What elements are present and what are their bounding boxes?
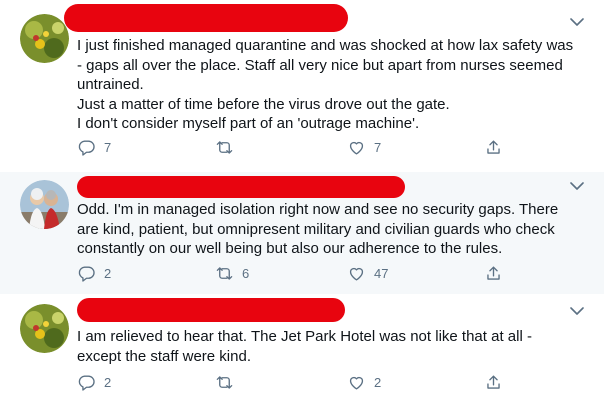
like-icon — [349, 376, 364, 390]
tweet-actions: 7 7 — [77, 136, 517, 158]
tweet-line: except the staff were kind. — [77, 347, 251, 365]
reply-button[interactable]: 2 — [77, 371, 111, 393]
like-count: 7 — [374, 139, 382, 155]
tweet-actions: 2 6 47 — [77, 262, 517, 284]
tweet-text: I just finished managed quarantine and w… — [77, 36, 587, 134]
retweet-count: 6 — [242, 265, 250, 281]
tweet-line: I don't consider myself part of an 'outr… — [77, 115, 420, 132]
reply-count: 2 — [104, 374, 112, 390]
tweet-line: - gaps all over the place. Staff all ver… — [77, 56, 563, 74]
redacted-username — [77, 176, 405, 198]
share-button[interactable] — [484, 136, 503, 158]
like-count: 2 — [374, 374, 382, 390]
avatar[interactable] — [20, 14, 69, 63]
tweet-line: I just finished managed quarantine and w… — [77, 37, 574, 54]
share-icon — [487, 374, 500, 389]
reply-icon — [78, 265, 95, 282]
tweet-3[interactable]: I am relieved to hear that. The Jet Park… — [0, 294, 604, 407]
like-icon — [349, 267, 364, 281]
retweet-icon — [216, 266, 233, 280]
tweet-1[interactable]: I just finished managed quarantine and w… — [0, 0, 604, 173]
reply-icon — [78, 374, 95, 391]
reply-icon — [78, 139, 95, 156]
like-button[interactable]: 2 — [347, 371, 381, 393]
tweet-line: untrained. — [77, 76, 144, 93]
chevron-down-icon[interactable] — [570, 306, 584, 316]
retweet-icon — [216, 140, 233, 154]
tweet-line: I am relieved to hear that. The Jet Park… — [77, 328, 532, 345]
chevron-down-icon[interactable] — [570, 181, 584, 191]
reply-button[interactable]: 7 — [77, 136, 111, 158]
tweet-2[interactable]: Odd. I'm in managed isolation right now … — [0, 172, 604, 295]
reply-button[interactable]: 2 — [77, 262, 111, 284]
tweet-line: are kind, patient, but omnipresent milit… — [77, 220, 555, 238]
reply-count: 2 — [104, 265, 112, 281]
tweet-line: constantly on our well being but also ou… — [77, 240, 503, 257]
like-button[interactable]: 7 — [347, 136, 381, 158]
tweet-text: Odd. I'm in managed isolation right now … — [77, 200, 587, 259]
redacted-username — [64, 4, 348, 32]
chevron-down-icon[interactable] — [570, 17, 584, 27]
like-count: 47 — [374, 265, 389, 281]
share-button[interactable] — [484, 262, 503, 284]
tweet-text: I am relieved to hear that. The Jet Park… — [77, 327, 587, 366]
share-icon — [487, 265, 500, 280]
like-button[interactable]: 47 — [347, 262, 388, 284]
tweet-line: Just a matter of time before the virus d… — [77, 95, 450, 113]
retweet-button[interactable] — [215, 371, 242, 393]
tweet-line: Odd. I'm in managed isolation right now … — [77, 201, 559, 218]
retweet-icon — [216, 375, 233, 389]
avatar[interactable] — [20, 304, 69, 353]
reply-count: 7 — [104, 139, 112, 155]
redacted-username — [77, 298, 345, 322]
retweet-button[interactable]: 6 — [215, 262, 249, 284]
share-icon — [487, 139, 500, 154]
share-button[interactable] — [484, 371, 503, 393]
like-icon — [349, 141, 364, 155]
avatar[interactable] — [20, 180, 69, 229]
tweet-actions: 2 2 — [77, 371, 517, 393]
retweet-button[interactable] — [215, 136, 242, 158]
